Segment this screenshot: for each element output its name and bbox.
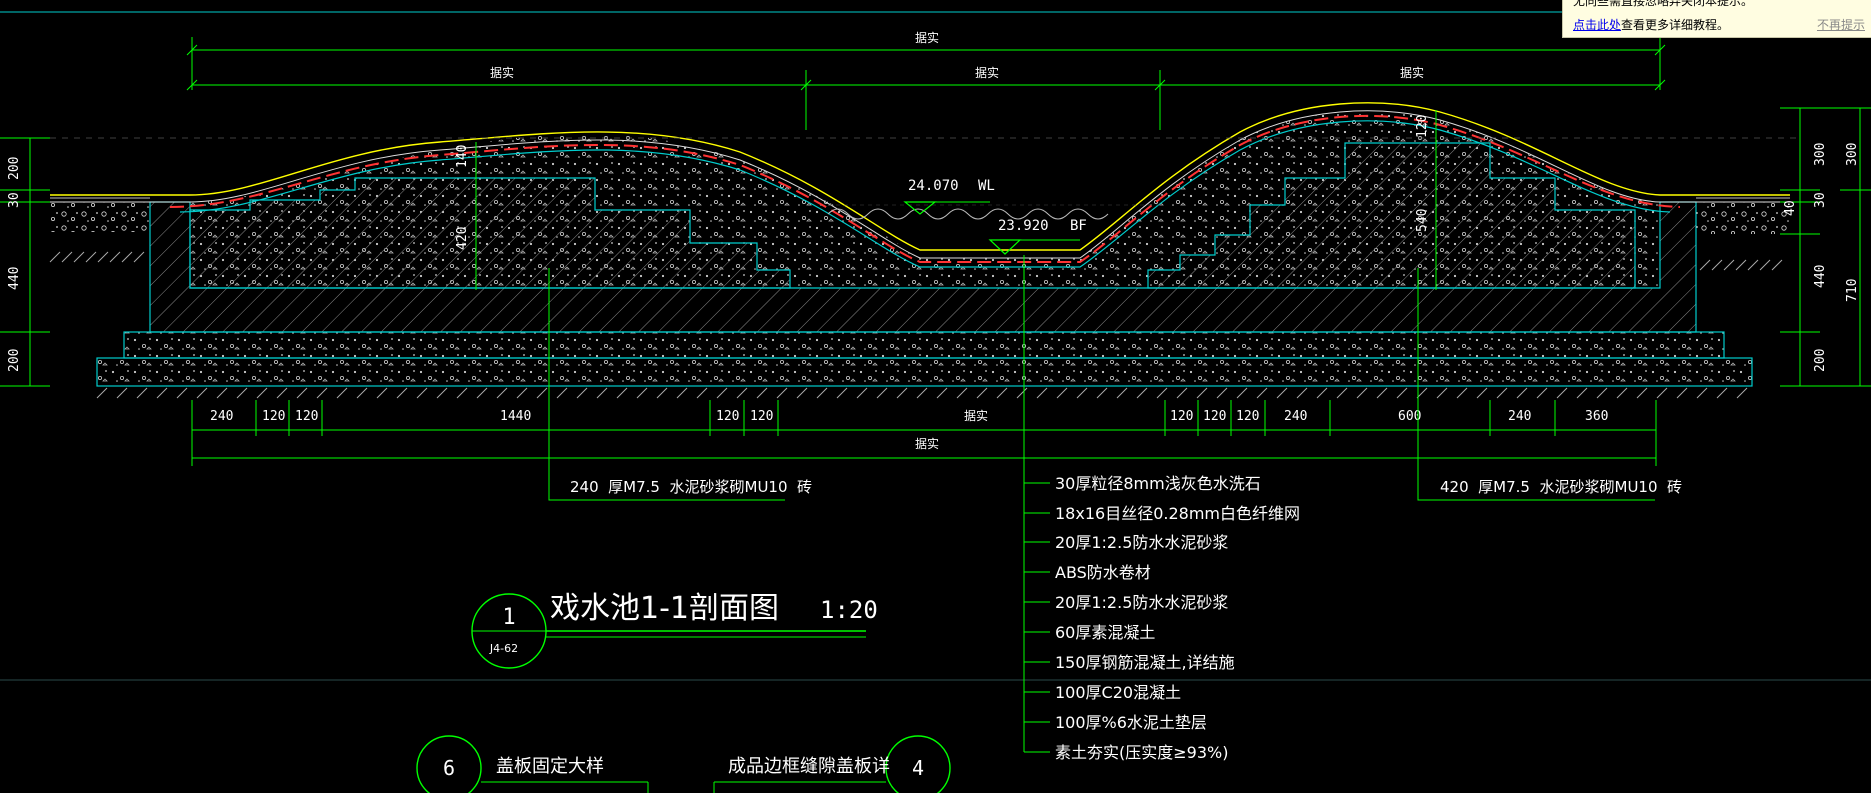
section-number: 1 (502, 605, 515, 630)
top-sub-dimension-1: 据实 (490, 65, 514, 80)
layer-5: 20厚1:2.5防水水泥砂浆 (1055, 593, 1228, 612)
left-mound-height: 420 (455, 227, 470, 250)
section-title-block: 1 J4-62 戏水池1-1剖面图 1:20 (471, 591, 878, 669)
sheet-reference: J4-62 (489, 642, 518, 655)
top-sub-dimension-3: 据实 (1400, 65, 1424, 80)
layer-4: ABS防水卷材 (1055, 563, 1151, 582)
water-surface (827, 208, 1109, 220)
bottom-total-dimension: 据实 (915, 436, 939, 451)
left-dim-1: 200 (7, 157, 22, 180)
tip-popup: 无同些需直接忽略弃关闭本提示。 点击此处查看更多详细教程。 不再提示 (1562, 0, 1871, 38)
tip-line-1: 无同些需直接忽略弃关闭本提示。 (1573, 0, 1754, 8)
layer-2: 18x16目丝径0.28mm白色纤维网 (1055, 504, 1300, 523)
tip-link[interactable]: 点击此处 (1573, 18, 1621, 32)
right-brick-note-text: 420 厚M7.5 水泥砂浆砌MU10 砖 (1440, 478, 1682, 496)
top-dimensions (186, 37, 1666, 130)
left-dim-2: 30 (7, 192, 22, 208)
drawing-title: 戏水池1-1剖面图 (550, 591, 779, 626)
tip-dismiss-button[interactable]: 不再提示 (1817, 16, 1865, 33)
layer-7: 150厚钢筋混凝土,详结施 (1055, 653, 1235, 672)
bottom-dim-7: 据实 (964, 408, 988, 423)
bottom-dimensions: 240 120 120 1440 120 120 据实 120 120 120 … (191, 400, 1657, 466)
layer-10: 素土夯实(压实度≥93%) (1055, 743, 1228, 762)
tip-line-2-rest: 查看更多详细教程。 (1621, 18, 1730, 32)
left-side-dimensions: 200 30 440 200 (0, 137, 50, 387)
layer-8: 100厚C20混凝土 (1055, 683, 1181, 702)
water-level-tag: WL (978, 178, 995, 194)
detail-6-number: 6 (443, 756, 455, 780)
bottom-dim-8: 120 (1170, 409, 1193, 424)
right-dim-3: 40 (1783, 200, 1798, 216)
water-level-value: 24.070 (908, 178, 959, 194)
detail-4-title: 成品边框缝隙盖板详 (728, 756, 890, 777)
bottom-dim-9: 120 (1203, 409, 1226, 424)
left-dim-4: 200 (7, 349, 22, 372)
top-total-dimension: 据实 (915, 30, 939, 45)
bottom-dim-10: 120 (1236, 409, 1259, 424)
right-side-dimensions: 300 30 40 440 200 300 710 (1780, 107, 1871, 387)
bottom-level-marker: 23.920 BF (988, 218, 1087, 255)
bottom-dim-4: 1440 (500, 409, 531, 424)
left-dim-3: 440 (7, 267, 22, 290)
right-dim-1: 300 (1813, 143, 1828, 166)
bottom-level-value: 23.920 (998, 218, 1049, 234)
tip-line-2: 点击此处查看更多详细教程。 (1573, 16, 1729, 33)
detail-6-title: 盖板固定大样 (496, 756, 604, 777)
right-dim-4: 440 (1813, 265, 1828, 288)
bottom-dim-2: 120 (262, 409, 285, 424)
bottom-level-tag: BF (1070, 218, 1087, 234)
left-brick-note-text: 240 厚M7.5 水泥砂浆砌MU10 砖 (570, 478, 812, 496)
right-dim-outer-1: 300 (1845, 143, 1860, 166)
detail-4-header: 4 成品边框缝隙盖板详 (713, 735, 951, 793)
right-dim-2: 30 (1813, 192, 1828, 208)
layer-6: 60厚素混凝土 (1055, 623, 1155, 642)
layer-1: 30厚粒径8mm浅灰色水洗石 (1055, 474, 1261, 493)
detail-4-number: 4 (912, 756, 924, 780)
bottom-dim-1: 240 (210, 409, 233, 424)
cad-drawing-canvas[interactable]: 24.070 WL 23.920 BF 据实 据实 据实 据实 140 420 … (0, 0, 1871, 793)
bottom-dim-6: 120 (750, 409, 773, 424)
top-sub-dimension-2: 据实 (975, 65, 999, 80)
right-dim-outer-2: 710 (1845, 279, 1860, 302)
bottom-dim-14: 360 (1585, 409, 1608, 424)
bottom-dim-13: 240 (1508, 409, 1531, 424)
bottom-dim-5: 120 (716, 409, 739, 424)
left-mound-cover: 140 (455, 145, 470, 168)
bottom-dim-3: 120 (295, 409, 318, 424)
detail-6-header: 6 盖板固定大样 (416, 735, 649, 793)
layer-3: 20厚1:2.5防水水泥砂浆 (1055, 533, 1228, 552)
right-mound-cover: 120 (1415, 115, 1430, 138)
layer-9: 100厚%6水泥土垫层 (1055, 713, 1207, 732)
bottom-dim-11: 240 (1284, 409, 1307, 424)
drawing-scale: 1:20 (820, 596, 878, 624)
right-dim-5: 200 (1813, 349, 1828, 372)
right-mound-height: 540 (1415, 209, 1430, 232)
